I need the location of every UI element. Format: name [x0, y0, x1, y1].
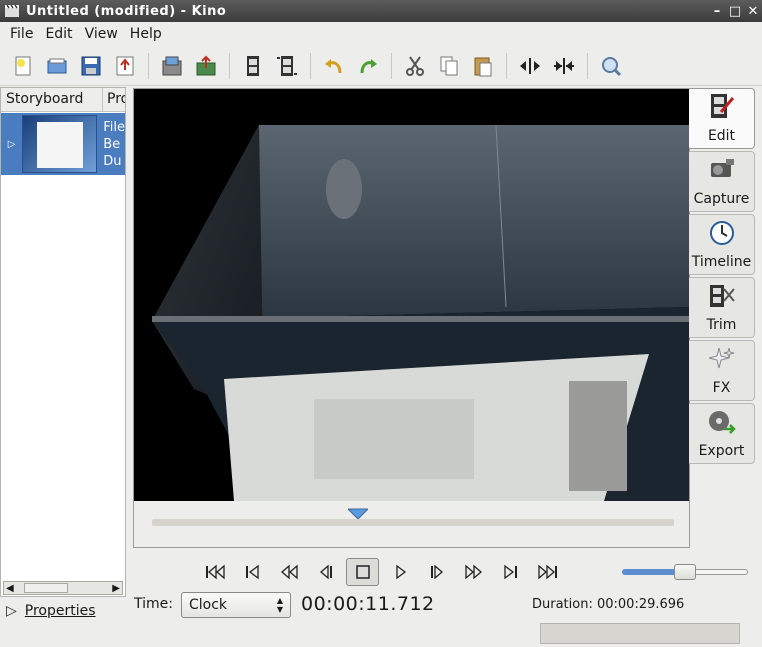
back-frame-icon[interactable] [309, 558, 342, 586]
tab-export[interactable]: Export [689, 403, 755, 464]
menu-help[interactable]: Help [124, 26, 168, 42]
time-format-value: Clock [189, 597, 228, 613]
toolbar-separator [391, 52, 392, 79]
menu-bar: File Edit View Help [0, 22, 762, 46]
tab-edit[interactable]: Edit [689, 88, 755, 149]
fx-icon [708, 346, 735, 376]
spin-arrows-icon: ▲ ▼ [276, 596, 284, 614]
tab-fx-label: FX [712, 380, 731, 396]
scene-info-line: File [103, 119, 125, 135]
clock-icon [709, 220, 735, 250]
toolbar [0, 46, 762, 86]
tab-export-label: Export [698, 443, 745, 459]
preview-frame [133, 88, 690, 548]
rewind-icon[interactable] [272, 558, 305, 586]
toolbar-separator [587, 52, 588, 79]
publish-icon[interactable] [189, 49, 223, 83]
time-format-select[interactable]: Clock ▲ ▼ [181, 592, 291, 618]
window-title: Untitled (modified) - Kino [26, 3, 227, 19]
maximize-button[interactable]: □ [726, 2, 744, 20]
export-still-icon[interactable] [108, 49, 142, 83]
tab-edit-label: Edit [707, 128, 736, 144]
save-icon[interactable] [74, 49, 108, 83]
forward-frame-icon[interactable] [420, 558, 453, 586]
menu-file[interactable]: File [4, 26, 39, 42]
insert-before-icon[interactable] [236, 49, 270, 83]
last-scene-icon[interactable] [531, 558, 564, 586]
toolbar-separator [506, 52, 507, 79]
tab-trim-label: Trim [706, 317, 737, 333]
mode-tabs: Edit Capture Timeline Trim FX Export [689, 88, 757, 466]
paste-icon[interactable] [466, 49, 500, 83]
scene-info-line: Du [103, 153, 122, 169]
storyboard-column-header[interactable]: Storyboard [1, 88, 103, 111]
save-frame-icon[interactable] [155, 49, 189, 83]
menu-edit[interactable]: Edit [39, 26, 78, 42]
current-timecode: 00:00:11.712 [301, 593, 435, 615]
properties-label: Properties [24, 603, 96, 619]
toolbar-separator [148, 52, 149, 79]
fast-forward-icon[interactable] [457, 558, 490, 586]
zoom-icon[interactable] [594, 49, 628, 83]
cut-icon[interactable] [398, 49, 432, 83]
tab-capture[interactable]: Capture [689, 151, 755, 212]
video-preview[interactable] [134, 89, 689, 501]
split-icon[interactable] [513, 49, 547, 83]
properties-expander[interactable]: ▷ Properties [6, 603, 96, 619]
volume-slider[interactable] [622, 564, 748, 580]
tab-timeline-label: Timeline [691, 254, 752, 270]
tab-timeline[interactable]: Timeline [689, 214, 755, 275]
edit-icon [709, 92, 735, 124]
transport-controls [198, 558, 564, 586]
storyboard-hscrollbar[interactable]: ◀ ▶ [3, 581, 123, 595]
position-scrubber[interactable] [152, 519, 674, 526]
new-file-icon[interactable] [6, 49, 40, 83]
undo-icon[interactable] [317, 49, 351, 83]
stop-icon[interactable] [346, 558, 379, 586]
play-icon[interactable] [383, 558, 416, 586]
insert-after-icon[interactable] [270, 49, 304, 83]
join-icon[interactable] [547, 49, 581, 83]
tab-trim[interactable]: Trim [689, 277, 755, 338]
open-icon[interactable] [40, 49, 74, 83]
first-scene-icon[interactable] [198, 558, 231, 586]
export-icon [708, 409, 736, 439]
redo-icon[interactable] [351, 49, 385, 83]
storyboard-scene-row[interactable]: ▷ File Be Du [1, 113, 125, 175]
close-button[interactable]: ✕ [744, 2, 762, 20]
toolbar-separator [229, 52, 230, 79]
menu-view[interactable]: View [79, 26, 124, 42]
duration-text: Duration: 00:00:29.696 [532, 597, 685, 612]
next-scene-icon[interactable] [494, 558, 527, 586]
scene-thumbnail [22, 115, 98, 173]
tab-fx[interactable]: FX [689, 340, 755, 401]
scroll-left-icon[interactable]: ◀ [6, 583, 14, 594]
trim-icon [708, 283, 736, 313]
tab-capture-label: Capture [693, 191, 750, 207]
previous-scene-icon[interactable] [235, 558, 268, 586]
scene-info-line: Be [103, 136, 121, 152]
time-label: Time: [134, 596, 173, 612]
scrollbar-thumb[interactable] [23, 583, 68, 593]
storyboard-header: Storyboard Pro [1, 88, 125, 112]
scroll-right-icon[interactable]: ▶ [112, 583, 120, 594]
copy-icon[interactable] [432, 49, 466, 83]
expander-arrow-icon: ▷ [6, 603, 17, 619]
status-bar [540, 623, 740, 644]
minimize-button[interactable]: – [708, 2, 726, 20]
camcorder-icon [708, 157, 736, 187]
properties-column-header[interactable]: Pro [103, 88, 125, 111]
expand-arrow-icon[interactable]: ▷ [1, 139, 22, 150]
scene-info: File Be Du [97, 119, 125, 170]
volume-knob[interactable] [674, 564, 696, 580]
toolbar-separator [310, 52, 311, 79]
storyboard-panel: Storyboard Pro ▷ File Be Du [0, 87, 126, 597]
title-bar: Untitled (modified) - Kino – □ ✕ [0, 0, 762, 22]
kino-app-icon [4, 3, 20, 19]
